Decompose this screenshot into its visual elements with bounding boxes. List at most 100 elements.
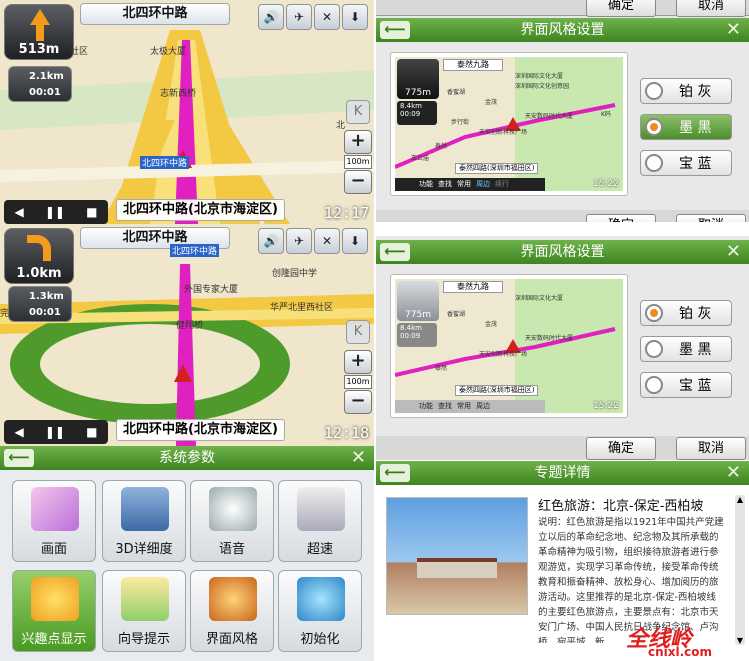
pause-icon[interactable]: ❚❚ — [45, 425, 65, 439]
star-poi-icon — [31, 577, 79, 621]
map-panel-2[interactable]: 1.0km 北四环中路 1.3km 00:01 🔊 ✈ ✕ ⬇ K + 100m… — [0, 224, 374, 446]
style-option-platinum-gray[interactable]: 铂 灰 — [640, 300, 732, 326]
preview-trip-time: 00:09 — [400, 110, 421, 118]
close-icon[interactable]: ✕ — [351, 446, 366, 470]
scroll-down-icon[interactable]: ▼ — [735, 636, 745, 645]
back-arrow-icon[interactable]: ⟵ — [380, 21, 410, 39]
topic-detail-panel: ⟵ 专题详情 ✕ 红色旅游：北京-保定-西柏坡 说明：红色旅游是指以1921年中… — [376, 461, 749, 661]
topic-action-bar: 确定 取消 — [376, 436, 749, 460]
panel-title: 专题详情 — [534, 465, 591, 481]
style-option-ink-black[interactable]: 墨 黑 — [640, 336, 732, 362]
style-option-sapphire-blue[interactable]: 宝 蓝 — [640, 372, 732, 398]
option-label: 墨 黑 — [679, 120, 712, 136]
map-label: 北四环中路 — [140, 156, 190, 169]
style-option-ink-black[interactable]: 墨 黑 — [640, 114, 732, 140]
trip-distance: 2.1km — [29, 71, 64, 82]
preview-clock: 15:22 — [593, 179, 619, 189]
map-label: 华严北里西社区 — [270, 303, 334, 313]
scrollbar[interactable]: ▲ ▼ — [735, 495, 745, 645]
compass-icon[interactable]: ✈ — [286, 4, 312, 30]
turn-distance: 513m — [18, 42, 60, 57]
map-label: 外国专家大厦 — [184, 285, 239, 295]
current-address: 北四环中路(北京市海淀区) — [116, 419, 285, 441]
map-label: 北四环中路 — [170, 244, 220, 257]
monument-shape — [417, 558, 497, 578]
download-icon[interactable]: ⬇ — [342, 4, 368, 30]
stop-icon[interactable]: ■ — [86, 205, 97, 219]
preview-address: 泰然四路(深圳市福田区) — [455, 385, 539, 396]
tile-label: 初始化 — [300, 632, 340, 647]
style-settings-panel-1: 确定 取消 ⟵ 界面风格设置 ✕ 775m 泰然九路 8.4km 00:09 深… — [376, 0, 749, 222]
refresh-icon — [297, 577, 345, 621]
zoom-scale: 100m — [344, 375, 372, 389]
compass-icon[interactable]: ✈ — [286, 228, 312, 254]
road-title: 北四环中路 — [80, 3, 230, 25]
map-label: 社区 — [70, 47, 89, 57]
cancel-button[interactable]: 取消 — [676, 437, 746, 460]
arrow-stem — [36, 25, 44, 41]
map-panel-1[interactable]: 513m 北四环中路 2.1km 00:01 🔊 ✈ ✕ ⬇ K + 100m … — [0, 0, 374, 224]
volume-icon[interactable]: 🔊 — [258, 228, 284, 254]
microphone-icon — [209, 487, 257, 531]
download-icon[interactable]: ⬇ — [342, 228, 368, 254]
tile-voice[interactable]: 语音 — [190, 480, 274, 562]
map-label: 车公庙 — [411, 155, 430, 162]
map-label: 北 — [336, 121, 346, 131]
tile-display[interactable]: 画面 — [12, 480, 96, 562]
volume-icon[interactable]: 🔊 — [258, 4, 284, 30]
scroll-up-icon[interactable]: ▲ — [735, 495, 745, 504]
k-button[interactable]: K — [346, 100, 370, 124]
rewind-icon[interactable]: ◀ — [15, 425, 24, 439]
preview-trip: 8.4km 00:09 — [397, 101, 437, 125]
map-label: 泰然 — [435, 143, 448, 150]
preview-menu-item: 功能 — [419, 402, 433, 410]
zoom-out-button[interactable]: − — [344, 170, 372, 194]
close-icon[interactable]: ✕ — [726, 18, 741, 42]
style-settings-panel-2: ⟵ 界面风格设置 ✕ 775m 泰然九路 8.4km 00:09 深圳国际文化大… — [376, 236, 749, 436]
satellite-icon[interactable]: ✕ — [314, 228, 340, 254]
back-arrow-icon[interactable]: ⟵ — [4, 449, 34, 467]
tile-ui-style[interactable]: 界面风格 — [190, 570, 274, 652]
preview-distance: 775m — [405, 88, 431, 98]
cancel-button[interactable]: 取消 — [676, 0, 746, 17]
cancel-button[interactable]: 取消 — [676, 214, 746, 222]
ok-button[interactable]: 确定 — [586, 0, 656, 17]
close-icon[interactable]: ✕ — [726, 240, 741, 264]
topic-photo — [386, 497, 528, 615]
preview-menu-item: 查找 — [438, 402, 452, 410]
radio-dot — [645, 376, 663, 394]
preview-menu-item: 查找 — [438, 180, 452, 188]
style-option-sapphire-blue[interactable]: 宝 蓝 — [640, 150, 732, 176]
close-icon[interactable]: ✕ — [726, 461, 741, 485]
map-label: 步行街 — [451, 119, 470, 126]
k-button[interactable]: K — [346, 320, 370, 344]
stop-icon[interactable]: ■ — [86, 425, 97, 439]
preview-trip-time: 00:09 — [400, 332, 421, 340]
map-label: 完 — [0, 309, 10, 319]
action-bar: 确定 取消 — [376, 210, 749, 222]
tile-guide-prompt[interactable]: 向导提示 — [102, 570, 186, 652]
map-label: 健翔桥 — [176, 321, 204, 331]
preview-turn-box: 775m — [397, 59, 439, 99]
satellite-icon[interactable]: ✕ — [314, 4, 340, 30]
zoom-in-button[interactable]: + — [344, 350, 372, 374]
preview-menu-item: 周边 — [476, 180, 490, 188]
back-arrow-icon[interactable]: ⟵ — [380, 464, 410, 482]
tile-poi-display[interactable]: 兴趣点显示 — [12, 570, 96, 652]
trip-info: 1.3km 00:01 — [8, 286, 72, 322]
tile-speeding[interactable]: 超速 — [278, 480, 362, 562]
option-label: 宝 蓝 — [679, 378, 712, 394]
tile-reset[interactable]: 初始化 — [278, 570, 362, 652]
zoom-out-button[interactable]: − — [344, 390, 372, 414]
car-warning-icon — [297, 487, 345, 531]
playback-controls: ◀ ❚❚ ■ — [4, 420, 108, 444]
zoom-in-button[interactable]: + — [344, 130, 372, 154]
pause-icon[interactable]: ❚❚ — [45, 205, 65, 219]
ok-button[interactable]: 确定 — [586, 437, 656, 460]
style-option-platinum-gray[interactable]: 铂 灰 — [640, 78, 732, 104]
ok-button[interactable]: 确定 — [586, 214, 656, 222]
back-arrow-icon[interactable]: ⟵ — [380, 243, 410, 261]
tile-3d-detail[interactable]: 3D详细度 — [102, 480, 186, 562]
preview-road: 泰然九路 — [443, 59, 503, 71]
rewind-icon[interactable]: ◀ — [15, 205, 24, 219]
